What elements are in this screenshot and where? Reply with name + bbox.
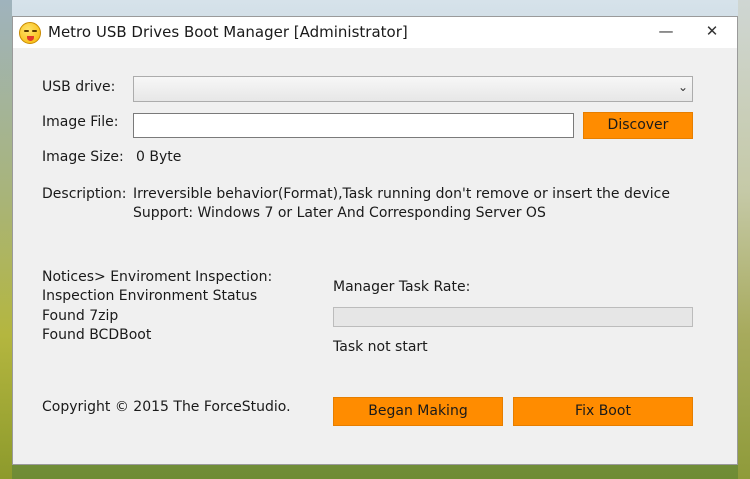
app-window: Metro USB Drives Boot Manager [Administr… — [12, 16, 738, 465]
smiley-tongue-icon — [19, 22, 41, 44]
notice-line: Found 7zip — [42, 308, 119, 324]
image-size-label: Image Size: — [42, 149, 124, 165]
chevron-down-icon: ⌄ — [677, 80, 688, 94]
title-bar[interactable]: Metro USB Drives Boot Manager [Administr… — [13, 17, 737, 48]
usb-drive-select[interactable]: ⌄ — [133, 76, 693, 102]
discover-button[interactable]: Discover — [583, 112, 693, 139]
desktop-background-left — [0, 0, 12, 479]
description-line: Support: Windows 7 or Later And Correspo… — [133, 205, 546, 221]
image-file-label: Image File: — [42, 114, 119, 130]
minimize-button[interactable]: — — [643, 17, 689, 48]
copyright-text: Copyright © 2015 The ForceStudio. — [42, 399, 291, 415]
image-file-input[interactable] — [133, 113, 574, 138]
description-line: Irreversible behavior(Format),Task runni… — [133, 186, 670, 202]
desktop-background-right — [738, 0, 750, 479]
window-title: Metro USB Drives Boot Manager [Administr… — [48, 23, 408, 41]
task-progress-bar — [333, 307, 693, 327]
notice-line: Notices> Enviroment Inspection: — [42, 269, 273, 285]
task-rate-label: Manager Task Rate: — [333, 279, 471, 295]
notice-line: Inspection Environment Status — [42, 288, 258, 304]
began-making-button[interactable]: Began Making — [333, 397, 503, 426]
notice-line: Found BCDBoot — [42, 327, 152, 343]
description-label: Description: — [42, 186, 127, 202]
usb-drive-label: USB drive: — [42, 79, 116, 95]
fix-boot-button[interactable]: Fix Boot — [513, 397, 693, 426]
task-status: Task not start — [333, 339, 428, 355]
image-size-value: 0 Byte — [136, 149, 182, 165]
close-button[interactable]: ✕ — [689, 17, 735, 48]
